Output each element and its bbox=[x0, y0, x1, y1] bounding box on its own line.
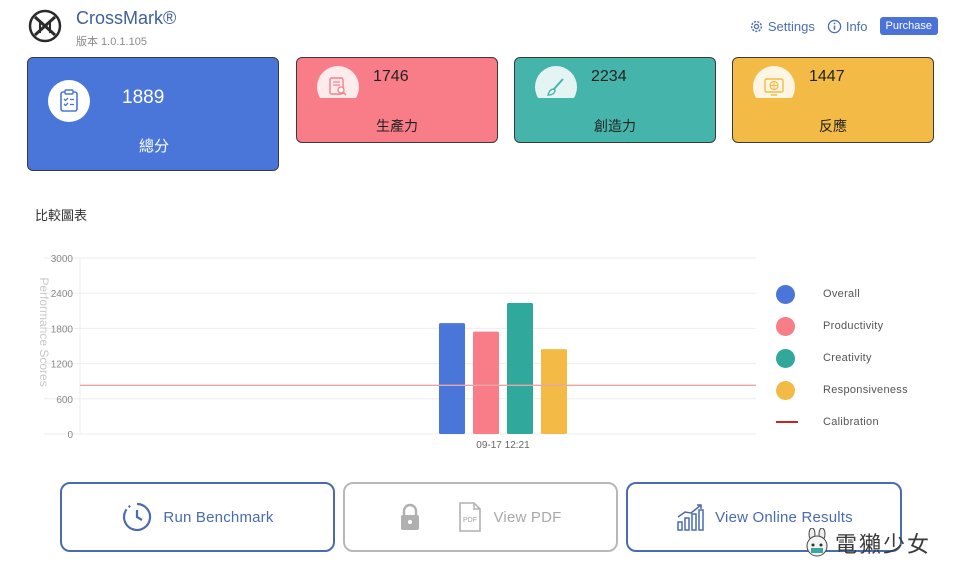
legend-swatch-overall bbox=[776, 284, 795, 304]
y-tick-label: 1200 bbox=[51, 360, 74, 371]
document-search-icon bbox=[317, 66, 359, 98]
legend-item-overall: Overall bbox=[776, 278, 908, 310]
run-benchmark-label: Run Benchmark bbox=[163, 508, 274, 526]
legend-swatch-calibration bbox=[776, 421, 798, 423]
productivity-score-card: 1746 生產力 bbox=[296, 57, 498, 143]
responsiveness-score-label: 反應 bbox=[819, 118, 847, 134]
y-tick-label: 0 bbox=[67, 430, 73, 441]
legend-label-overall: Overall bbox=[823, 288, 860, 300]
paintbrush-icon bbox=[535, 66, 577, 98]
gear-icon bbox=[750, 20, 762, 32]
legend-label-responsiveness: Responsiveness bbox=[823, 384, 908, 396]
bar-productivity bbox=[473, 331, 499, 434]
bunny-mascot-icon bbox=[806, 528, 828, 557]
y-axis-label: Performance Scores bbox=[37, 277, 51, 386]
legend-swatch-creativity bbox=[776, 348, 795, 368]
app-title: CrossMark® bbox=[76, 8, 177, 28]
legend-label-calibration: Calibration bbox=[823, 416, 879, 428]
legend-item-creativity: Creativity bbox=[776, 342, 908, 374]
legend-swatch-productivity bbox=[776, 316, 795, 336]
growth-chart-icon bbox=[677, 504, 704, 531]
creativity-score-label: 創造力 bbox=[594, 118, 636, 134]
pdf-file-icon: PDF bbox=[459, 502, 482, 532]
overall-score-card: 1889 總分 bbox=[27, 57, 279, 171]
legend-label-productivity: Productivity bbox=[823, 320, 884, 332]
crossmark-logo-icon bbox=[28, 9, 62, 43]
settings-link[interactable]: Settings bbox=[749, 19, 815, 34]
chart-grid bbox=[44, 257, 756, 435]
globe-screen-icon bbox=[753, 66, 795, 98]
clipboard-icon bbox=[48, 80, 90, 122]
view-online-results-label: View Online Results bbox=[715, 508, 853, 526]
legend-item-responsiveness: Responsiveness bbox=[776, 374, 908, 406]
settings-label: Settings bbox=[767, 18, 815, 34]
lock-icon bbox=[401, 503, 420, 530]
overall-score-value: 1889 bbox=[122, 87, 165, 108]
y-axis-ticks: 0 600 1200 1800 2400 3000 bbox=[51, 254, 74, 441]
clock-refresh-icon bbox=[123, 502, 152, 532]
legend-label-creativity: Creativity bbox=[823, 352, 872, 364]
legend-item-calibration: Calibration bbox=[776, 406, 908, 438]
app-header: CrossMark® 版本 1.0.1.105 Settings Info Pu… bbox=[0, 0, 960, 56]
bar-responsiveness bbox=[541, 349, 567, 434]
y-tick-label: 3000 bbox=[51, 254, 74, 265]
run-benchmark-button[interactable]: Run Benchmark bbox=[60, 482, 335, 552]
creativity-score-value: 2234 bbox=[591, 68, 627, 85]
watermark-text: 電獺少女 bbox=[835, 532, 932, 557]
svg-text:PDF: PDF bbox=[463, 517, 477, 524]
creativity-score-card: 2234 創造力 bbox=[514, 57, 716, 143]
legend-swatch-responsiveness bbox=[776, 380, 795, 400]
purchase-button[interactable]: Purchase bbox=[879, 17, 938, 35]
x-axis-category-label: 09-17 12:21 bbox=[476, 440, 530, 451]
watermark: 電獺少女 bbox=[803, 527, 931, 559]
overall-score-label: 總分 bbox=[138, 138, 169, 155]
y-tick-label: 600 bbox=[56, 395, 73, 406]
legend-item-productivity: Productivity bbox=[776, 310, 908, 342]
app-version: 版本 1.0.1.105 bbox=[76, 36, 147, 48]
view-pdf-button[interactable]: PDF View PDF bbox=[343, 482, 618, 552]
bar-overall bbox=[439, 323, 465, 434]
info-label: Info bbox=[845, 18, 868, 34]
info-link[interactable]: Info bbox=[827, 19, 868, 34]
responsiveness-score-value: 1447 bbox=[809, 68, 845, 85]
productivity-score-label: 生產力 bbox=[376, 118, 418, 134]
y-tick-label: 1800 bbox=[51, 324, 74, 335]
y-tick-label: 2400 bbox=[51, 289, 74, 300]
productivity-score-value: 1746 bbox=[373, 68, 409, 85]
chart-section-title: 比較圖表 bbox=[35, 208, 88, 223]
info-icon bbox=[827, 19, 842, 33]
responsiveness-score-card: 1447 反應 bbox=[732, 57, 934, 143]
chart-legend: Overall Productivity Creativity Responsi… bbox=[776, 278, 908, 438]
comparison-bar-chart: 06001200180024003000 Performance Scores … bbox=[37, 254, 756, 451]
bar-creativity bbox=[507, 302, 533, 434]
top-links: Settings Info Purchase bbox=[749, 17, 938, 35]
chart-bars bbox=[439, 302, 567, 434]
view-pdf-label: View PDF bbox=[493, 508, 562, 526]
